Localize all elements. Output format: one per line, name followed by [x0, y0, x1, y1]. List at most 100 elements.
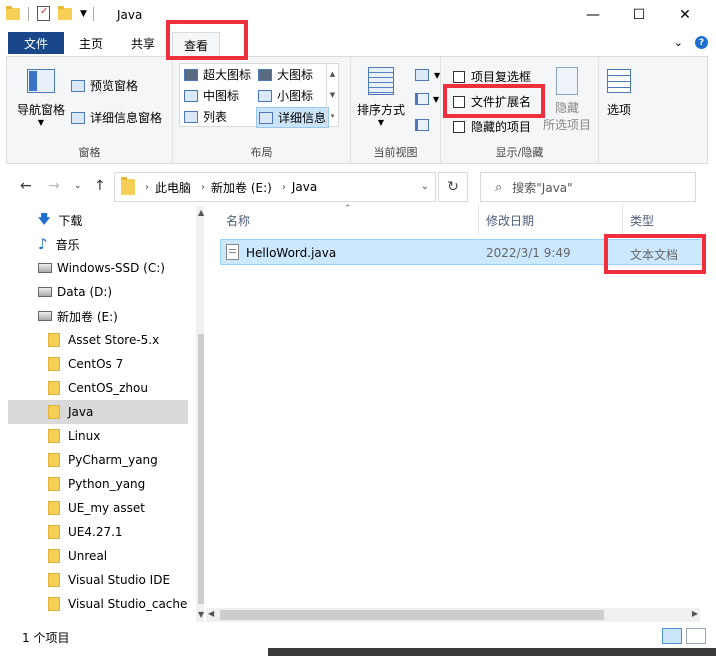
- back-arrow-icon[interactable]: ←: [20, 178, 32, 194]
- sort-by-button[interactable]: 排序方式 ▼: [357, 67, 405, 127]
- tab-home[interactable]: 主页: [72, 32, 110, 54]
- nav-item[interactable]: Asset Store-5.x: [8, 328, 188, 352]
- large-icons-view-icon[interactable]: [686, 628, 706, 644]
- search-box[interactable]: ⌕ 搜索"Java": [480, 172, 696, 202]
- file-name[interactable]: HelloWord.java: [246, 246, 336, 260]
- taskbar-edge: [268, 648, 716, 656]
- layout-small[interactable]: 小图标: [258, 87, 313, 104]
- layout-large[interactable]: 大图标: [258, 66, 313, 83]
- column-header-name[interactable]: 名称: [226, 212, 250, 229]
- pane-group-label: 窗格: [78, 146, 101, 159]
- nav-item-label: UE_my asset: [68, 501, 145, 515]
- address-dropdown-icon[interactable]: ⌄: [421, 181, 429, 192]
- nav-item[interactable]: Python_yang: [8, 472, 188, 496]
- add-columns-button[interactable]: ▼: [415, 93, 439, 105]
- forward-arrow-icon[interactable]: →: [48, 178, 60, 194]
- chevron-right-icon[interactable]: ▶: [692, 609, 698, 618]
- layout-medium[interactable]: 中图标: [184, 87, 239, 104]
- nav-item-label: Visual Studio_cache: [68, 597, 188, 611]
- nav-pane-button[interactable]: 导航窗格 ▼: [17, 69, 65, 127]
- title-bar: ▼ Java — ☐ ✕: [0, 0, 716, 30]
- text-file-icon: [226, 244, 239, 260]
- address-bar[interactable]: › 此电脑 › 新加卷 (E:) › Java ⌄: [114, 172, 436, 202]
- nav-scrollbar[interactable]: ▲ ▼: [196, 206, 204, 622]
- ribbon-collapse-icon[interactable]: ⌄: [674, 36, 683, 49]
- nav-item[interactable]: Linux: [8, 424, 188, 448]
- status-bar: 1 个项目: [0, 624, 716, 648]
- minimize-button[interactable]: —: [570, 0, 616, 30]
- chevron-up-icon[interactable]: ▲: [198, 208, 204, 217]
- group-by-button[interactable]: ▼: [415, 69, 440, 81]
- chevron-right-icon[interactable]: ›: [201, 182, 205, 193]
- nav-item[interactable]: Visual Studio IDE: [8, 568, 188, 592]
- list-icon: [184, 110, 198, 123]
- preview-pane-button[interactable]: 预览窗格: [71, 77, 138, 94]
- highlight-file-type: [604, 234, 706, 274]
- nav-item-label: 下载: [58, 213, 83, 228]
- nav-item[interactable]: PyCharm_yang: [8, 448, 188, 472]
- details-pane-button[interactable]: 详细信息窗格: [71, 109, 162, 126]
- layout-list[interactable]: 列表: [184, 108, 227, 125]
- folder-icon: [121, 177, 135, 195]
- sort-ascending-icon: ⌃: [344, 204, 352, 214]
- options-button[interactable]: 选项: [607, 69, 631, 118]
- maximize-button[interactable]: ☐: [616, 0, 662, 30]
- folder-icon: [48, 429, 60, 443]
- nav-item[interactable]: UE_my asset: [8, 496, 188, 520]
- nav-item[interactable]: 新加卷 (E:): [8, 304, 188, 328]
- refresh-button[interactable]: ↻: [438, 172, 468, 202]
- breadcrumb-java[interactable]: Java: [292, 180, 317, 194]
- search-input[interactable]: 搜索"Java": [512, 179, 572, 196]
- chevron-right-icon[interactable]: ›: [282, 182, 286, 193]
- quick-access-dropdown-icon[interactable]: ▼: [80, 9, 87, 19]
- hidden-items-checkbox[interactable]: [453, 120, 465, 133]
- chevron-left-icon[interactable]: ◀: [208, 609, 214, 618]
- chevron-down-icon[interactable]: ▼: [330, 91, 335, 99]
- size-columns-button[interactable]: [415, 119, 429, 131]
- hide-selected-button[interactable]: 隐藏 所选项目: [543, 67, 591, 133]
- chevron-down-icon: ▼: [434, 70, 441, 80]
- breadcrumb-drive-e[interactable]: 新加卷 (E:): [211, 179, 272, 196]
- horizontal-scrollbar-thumb[interactable]: [220, 610, 604, 620]
- search-icon: ⌕: [495, 179, 503, 195]
- breadcrumb-this-pc[interactable]: 此电脑: [155, 179, 191, 196]
- new-folder-icon[interactable]: [58, 5, 72, 20]
- nav-scrollbar-thumb[interactable]: [198, 334, 204, 604]
- recent-locations-icon[interactable]: ⌄: [74, 181, 82, 191]
- item-checkboxes-checkbox[interactable]: [453, 70, 465, 83]
- nav-item[interactable]: Unreal: [8, 544, 188, 568]
- up-arrow-icon[interactable]: ↑: [94, 178, 106, 194]
- help-icon[interactable]: ?: [695, 36, 708, 49]
- layout-details[interactable]: 详细信息: [256, 107, 330, 128]
- nav-item[interactable]: CentOS_zhou: [8, 376, 188, 400]
- nav-item[interactable]: UE4.27.1: [8, 520, 188, 544]
- hidden-items-toggle[interactable]: 隐藏的项目: [453, 118, 531, 135]
- nav-item[interactable]: Windows-SSD (C:): [8, 256, 188, 280]
- nav-item[interactable]: Java: [8, 400, 188, 424]
- tab-share[interactable]: 共享: [124, 32, 162, 54]
- nav-item[interactable]: CentOs 7: [8, 352, 188, 376]
- nav-item-label: Unreal: [68, 549, 108, 563]
- nav-item[interactable]: Visual Studio_cache: [8, 592, 188, 616]
- properties-icon[interactable]: [37, 6, 50, 21]
- nav-item[interactable]: ♪ 音乐: [8, 232, 188, 256]
- tab-file[interactable]: 文件: [8, 32, 64, 54]
- details-view-icon[interactable]: [662, 628, 682, 644]
- chevron-right-icon[interactable]: ›: [145, 182, 149, 193]
- close-button[interactable]: ✕: [662, 0, 708, 30]
- horizontal-scrollbar[interactable]: ◀ ▶: [206, 608, 700, 622]
- item-checkboxes-toggle[interactable]: 项目复选框: [453, 68, 531, 85]
- nav-item[interactable]: Data (D:): [8, 280, 188, 304]
- gallery-expand-icon[interactable]: ▾: [331, 112, 335, 120]
- refresh-icon: ↻: [447, 179, 459, 195]
- layout-extra-large[interactable]: 超大图标: [184, 66, 251, 83]
- chevron-down-icon[interactable]: ▼: [198, 610, 204, 619]
- chevron-up-icon[interactable]: ▲: [330, 70, 335, 78]
- drive-icon: [38, 311, 52, 321]
- layout-group: 超大图标 大图标 中图标 小图标 列表 详细信息 ▲ ▼ ▾ 布局: [173, 57, 351, 163]
- column-header-type[interactable]: 类型: [630, 212, 654, 229]
- nav-item[interactable]: 🡇 下载: [8, 208, 188, 232]
- chevron-down-icon: ▼: [377, 118, 385, 127]
- layout-gallery-scroll[interactable]: ▲ ▼ ▾: [326, 64, 338, 126]
- column-header-modified[interactable]: 修改日期: [486, 212, 534, 229]
